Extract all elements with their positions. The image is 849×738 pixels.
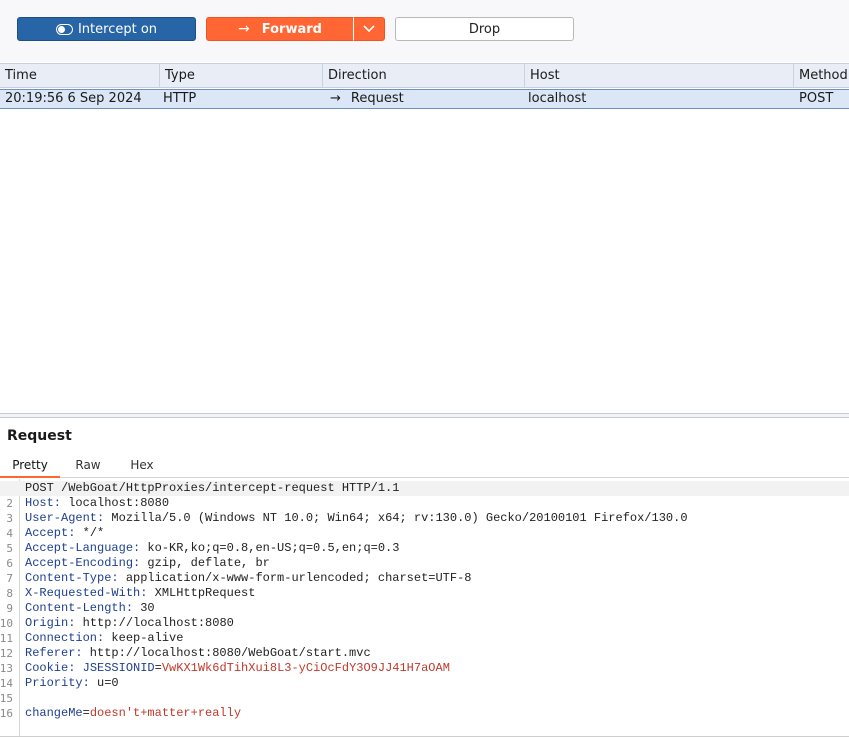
column-header-type[interactable]: Type	[160, 64, 323, 88]
intercept-toggle-button[interactable]: Intercept on	[17, 17, 196, 41]
line-number: 13	[0, 662, 13, 675]
line-number: 2	[6, 497, 13, 510]
body-line: changeMe=doesn't+matter+really	[25, 706, 241, 721]
forward-button[interactable]: → Forward	[206, 17, 354, 41]
body-param-name: changeMe	[25, 706, 83, 720]
line-number: 14	[0, 677, 13, 690]
header-value: localhost:8080	[61, 496, 170, 510]
header-value: u=0	[89, 676, 119, 690]
header-value: XMLHttpRequest	[147, 586, 256, 600]
header-line: Connection: keep-alive	[25, 631, 183, 646]
header-line: Priority: u=0	[25, 676, 119, 691]
request-line: POST /WebGoat/HttpProxies/intercept-requ…	[0, 481, 849, 496]
header-line: User-Agent: Mozilla/5.0 (Windows NT 10.0…	[25, 511, 688, 526]
drop-button[interactable]: Drop	[395, 17, 574, 41]
line-number: 8	[6, 587, 13, 600]
line-number: 4	[6, 527, 13, 540]
cookie-equals: =	[154, 661, 162, 675]
body-param-equals: =	[82, 706, 90, 720]
line-number: 16	[0, 707, 13, 720]
header-line: X-Requested-With: XMLHttpRequest	[25, 586, 255, 601]
cookie-name: JSESSIONID	[82, 661, 155, 675]
header-line: Content-Length: 30	[25, 601, 155, 616]
drop-label: Drop	[468, 21, 501, 37]
header-line: Accept-Language: ko-KR,ko;q=0.8,en-US;q=…	[25, 541, 399, 556]
header-line: Host: localhost:8080	[25, 496, 169, 511]
intercept-table-header: Time Type Direction Host Method	[0, 63, 849, 88]
header-value: application/x-www-form-urlencoded; chars…	[118, 571, 472, 585]
column-header-host[interactable]: Host	[525, 64, 794, 88]
header-value: keep-alive	[104, 631, 184, 645]
column-header-direction[interactable]: Direction	[323, 64, 525, 88]
forward-label: Forward	[261, 21, 322, 37]
header-line: Referer: http://localhost:8080/WebGoat/s…	[25, 646, 371, 661]
header-key: Content-Type:	[25, 571, 119, 585]
pane-splitter[interactable]	[0, 413, 849, 418]
line-number: 5	[6, 542, 13, 555]
line-number: 15	[0, 692, 13, 705]
cell-direction: → Request	[323, 90, 404, 108]
header-key: Host:	[25, 496, 62, 510]
toggle-icon	[55, 23, 73, 35]
column-header-time[interactable]: Time	[0, 64, 160, 88]
arrow-right-icon: →	[238, 21, 250, 37]
cell-host: localhost	[528, 91, 587, 106]
header-key: Accept:	[25, 526, 76, 540]
tab-pretty[interactable]: Pretty	[0, 455, 60, 478]
header-value: http://localhost:8080	[75, 616, 234, 630]
tab-hex[interactable]: Hex	[116, 455, 168, 476]
line-number: 9	[6, 602, 13, 615]
request-view-tabs: Pretty Raw Hex	[0, 455, 849, 478]
header-value: gzip, deflate, br	[140, 556, 270, 570]
header-line: Origin: http://localhost:8080	[25, 616, 234, 631]
body-param-value: doesn't+matter+really	[89, 706, 242, 720]
header-line: Accept: */*	[25, 526, 104, 541]
forward-dropdown-button[interactable]	[353, 17, 385, 41]
cookie-value: VwKX1Wk6dTihXui8L3-yCiOcFdY3O9JJ41H7aOAM	[161, 661, 450, 675]
header-key: Priority:	[25, 676, 90, 690]
header-key: Origin:	[25, 616, 76, 630]
header-value: http://localhost:8080/WebGoat/start.mvc	[82, 646, 371, 660]
line-number: 10	[0, 617, 13, 630]
header-value: ko-KR,ko;q=0.8,en-US;q=0.5,en;q=0.3	[140, 541, 400, 555]
header-key: Connection:	[25, 631, 105, 645]
header-line: Content-Type: application/x-www-form-url…	[25, 571, 471, 586]
cell-time: 20:19:56 6 Sep 2024	[5, 91, 142, 106]
header-key: X-Requested-With:	[25, 586, 148, 600]
line-number-gutter: 1 2 3 4 5 6 7 8 9 10 11 12 13 14 15 16	[0, 479, 20, 736]
arrow-right-icon: →	[330, 91, 341, 106]
header-key: Accept-Encoding:	[25, 556, 141, 570]
header-value	[75, 661, 82, 675]
column-header-method[interactable]: Method	[794, 64, 849, 88]
header-value: 30	[133, 601, 155, 615]
table-row[interactable]: 20:19:56 6 Sep 2024 HTTP → Request localh…	[0, 89, 849, 109]
chevron-down-icon	[363, 25, 375, 33]
intercept-label: Intercept on	[77, 21, 158, 37]
line-number: 3	[6, 512, 13, 525]
request-editor[interactable]: 1 2 3 4 5 6 7 8 9 10 11 12 13 14 15 16 P…	[0, 479, 849, 737]
header-key: Referer:	[25, 646, 83, 660]
line-number: 12	[0, 647, 13, 660]
line-number: 11	[0, 632, 13, 645]
header-key: Accept-Language:	[25, 541, 141, 555]
header-key: User-Agent:	[25, 511, 105, 525]
line-number: 6	[6, 557, 13, 570]
header-line: Cookie: JSESSIONID=VwKX1Wk6dTihXui8L3-yC…	[25, 661, 450, 676]
cell-type: HTTP	[163, 91, 197, 106]
header-line: Accept-Encoding: gzip, deflate, br	[25, 556, 270, 571]
cell-method: POST	[799, 91, 834, 106]
request-panel-title: Request	[7, 428, 72, 444]
header-value: Mozilla/5.0 (Windows NT 10.0; Win64; x64…	[104, 511, 688, 525]
intercept-toolbar: Intercept on → Forward Drop	[0, 0, 849, 62]
header-key: Content-Length:	[25, 601, 134, 615]
line-number: 7	[6, 572, 13, 585]
header-key: Cookie:	[25, 661, 76, 675]
tab-raw[interactable]: Raw	[60, 455, 116, 476]
header-value: */*	[75, 526, 105, 540]
cell-direction-label: Request	[350, 91, 404, 106]
